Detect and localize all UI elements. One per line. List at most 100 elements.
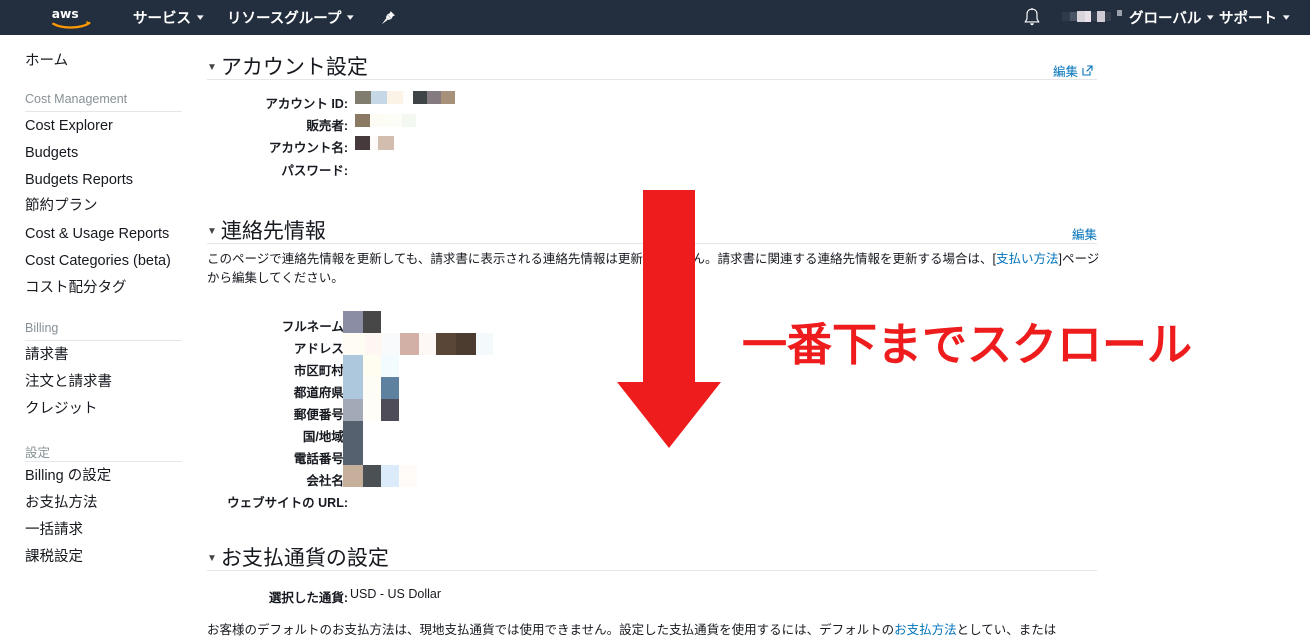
redaction-block [1097, 11, 1105, 22]
redaction-block [343, 333, 365, 355]
redaction-block [363, 399, 381, 421]
collapse-triangle-icon[interactable]: ▼ [207, 553, 217, 564]
field-value-selected-currency: USD - US Dollar [350, 587, 441, 601]
chevron-down-icon: ▾ [196, 12, 204, 22]
field-label-website-url: ウェブサイトの URL: [227, 496, 348, 510]
nav-resource-groups-label: リソースグループ [227, 11, 342, 27]
redaction-block [355, 136, 370, 150]
collapse-triangle-icon[interactable]: ▼ [207, 226, 217, 237]
chevron-down-icon: ▾ [1282, 12, 1290, 22]
nav-services[interactable]: サービス ▾ [133, 0, 204, 35]
field-label-country: 国/地域: [302, 430, 348, 444]
contact-information-edit-label: 編集 [1072, 228, 1098, 242]
redaction-block [363, 421, 381, 443]
redaction-block [441, 91, 455, 104]
redaction-block [381, 355, 399, 377]
redaction-block [386, 114, 402, 127]
redaction-block [400, 333, 419, 355]
sidebar-divider [25, 461, 182, 462]
redaction-block [381, 399, 399, 421]
sidebar-item-payment-methods[interactable]: お支払方法 [25, 496, 98, 511]
sidebar-item-credits[interactable]: クレジット [25, 402, 98, 417]
redaction-block [370, 136, 378, 150]
chevron-down-icon: ▾ [347, 12, 355, 22]
field-label-account-name: アカウント名: [268, 141, 348, 155]
payment-method-link[interactable]: お支払方法 [894, 623, 957, 637]
redaction-block [370, 114, 386, 127]
sidebar-item-cost-usage-reports[interactable]: Cost & Usage Reports [25, 227, 169, 242]
svg-text:aws: aws [52, 7, 79, 21]
sidebar-divider [25, 340, 182, 341]
account-settings-edit-link[interactable]: 編集 [1053, 61, 1093, 80]
redaction-block [363, 355, 381, 377]
field-label-state: 都道府県: [293, 386, 348, 400]
redaction-block [387, 91, 403, 104]
sidebar-item-savings-plans[interactable]: 節約プラン [25, 199, 98, 214]
redaction-block [355, 114, 370, 127]
bell-icon[interactable] [1022, 7, 1042, 28]
contact-information-edit-link[interactable]: 編集 [1072, 224, 1097, 243]
sidebar-group-cost-management: Cost Management [25, 92, 128, 106]
sidebar-item-cost-categories[interactable]: Cost Categories (beta) [25, 254, 171, 269]
nav-support-label: サポート [1219, 11, 1277, 27]
account-menu[interactable] [1062, 10, 1124, 25]
payment-methods-link[interactable]: 支払い方法 [996, 252, 1059, 266]
collapse-triangle-icon[interactable]: ▼ [207, 62, 217, 73]
sidebar-divider [25, 111, 182, 112]
field-label-selected-currency: 選択した通貨: [268, 591, 348, 605]
pin-icon[interactable] [379, 9, 397, 27]
sidebar-item-budgets-reports[interactable]: Budgets Reports [25, 173, 133, 188]
contact-values-redaction [343, 311, 503, 509]
sidebar-item-home[interactable]: ホーム [25, 54, 68, 69]
redaction-block [343, 465, 363, 487]
redaction-block [402, 114, 416, 127]
redaction-block [403, 91, 413, 104]
redaction-block [343, 399, 363, 421]
redaction-block [399, 465, 417, 487]
redaction-block [343, 421, 363, 443]
field-label-reseller: 販売者: [306, 119, 348, 133]
note-part2: としてい、または [956, 623, 1057, 637]
sidebar-item-cost-allocation-tags[interactable]: コスト配分タグ [25, 281, 127, 296]
redaction-block [413, 91, 427, 104]
description-part1: このページで連絡先情報を更新しても、請求書に表示される連絡先情報は更新されません… [207, 252, 996, 266]
top-navigation-bar: aws サービス ▾ リソースグループ ▾ グローバル ▾ サポート ▾ [0, 0, 1310, 35]
field-label-account-id: アカウント ID: [265, 97, 348, 111]
note-part1: お客様のデフォルトのお支払方法は、現地支払通貨では使用できません。設定した支払通… [207, 623, 895, 637]
redaction-block [1105, 12, 1111, 21]
redaction-block [1117, 10, 1122, 16]
nav-support[interactable]: サポート ▾ [1219, 0, 1290, 35]
payment-currency-heading: ▼ お支払通貨の設定 [207, 542, 389, 572]
redaction-block [363, 465, 381, 487]
redaction-block [343, 377, 363, 399]
sidebar-item-consolidated-billing[interactable]: 一括請求 [25, 523, 83, 538]
field-label-address: アドレス: [293, 342, 348, 356]
redaction-block [363, 377, 381, 399]
nav-resource-groups[interactable]: リソースグループ ▾ [227, 0, 355, 35]
sidebar-item-orders-invoices[interactable]: 注文と請求書 [25, 375, 112, 390]
nav-services-label: サービス [133, 11, 191, 27]
field-label-password: パスワード: [281, 164, 348, 178]
redaction-block [1070, 12, 1077, 21]
nav-region-selector[interactable]: グローバル ▾ [1129, 0, 1215, 35]
redaction-block [381, 377, 399, 399]
redaction-block [1062, 12, 1070, 21]
sidebar-group-settings: 設定 [25, 446, 51, 460]
redaction-block [343, 355, 363, 377]
field-label-phone: 電話番号: [293, 452, 348, 466]
nav-region-label: グローバル [1129, 11, 1202, 27]
aws-logo[interactable]: aws [50, 5, 94, 31]
sidebar-item-billing-preferences[interactable]: Billing の設定 [25, 469, 111, 484]
account-settings-title: アカウント設定 [220, 56, 368, 79]
external-link-icon [1082, 65, 1093, 76]
chevron-down-icon: ▾ [1207, 12, 1215, 22]
sidebar-item-tax-settings[interactable]: 課税設定 [25, 550, 83, 565]
sidebar-item-cost-explorer[interactable]: Cost Explorer [25, 119, 113, 134]
redaction-block [371, 91, 387, 104]
payment-currency-title: お支払通貨の設定 [220, 547, 389, 570]
sidebar-item-invoices[interactable]: 請求書 [25, 348, 69, 363]
contact-information-title: 連絡先情報 [220, 220, 326, 243]
sidebar-item-budgets[interactable]: Budgets [25, 146, 78, 161]
contact-information-heading: ▼ 連絡先情報 [207, 215, 326, 245]
redaction-block [355, 91, 371, 104]
